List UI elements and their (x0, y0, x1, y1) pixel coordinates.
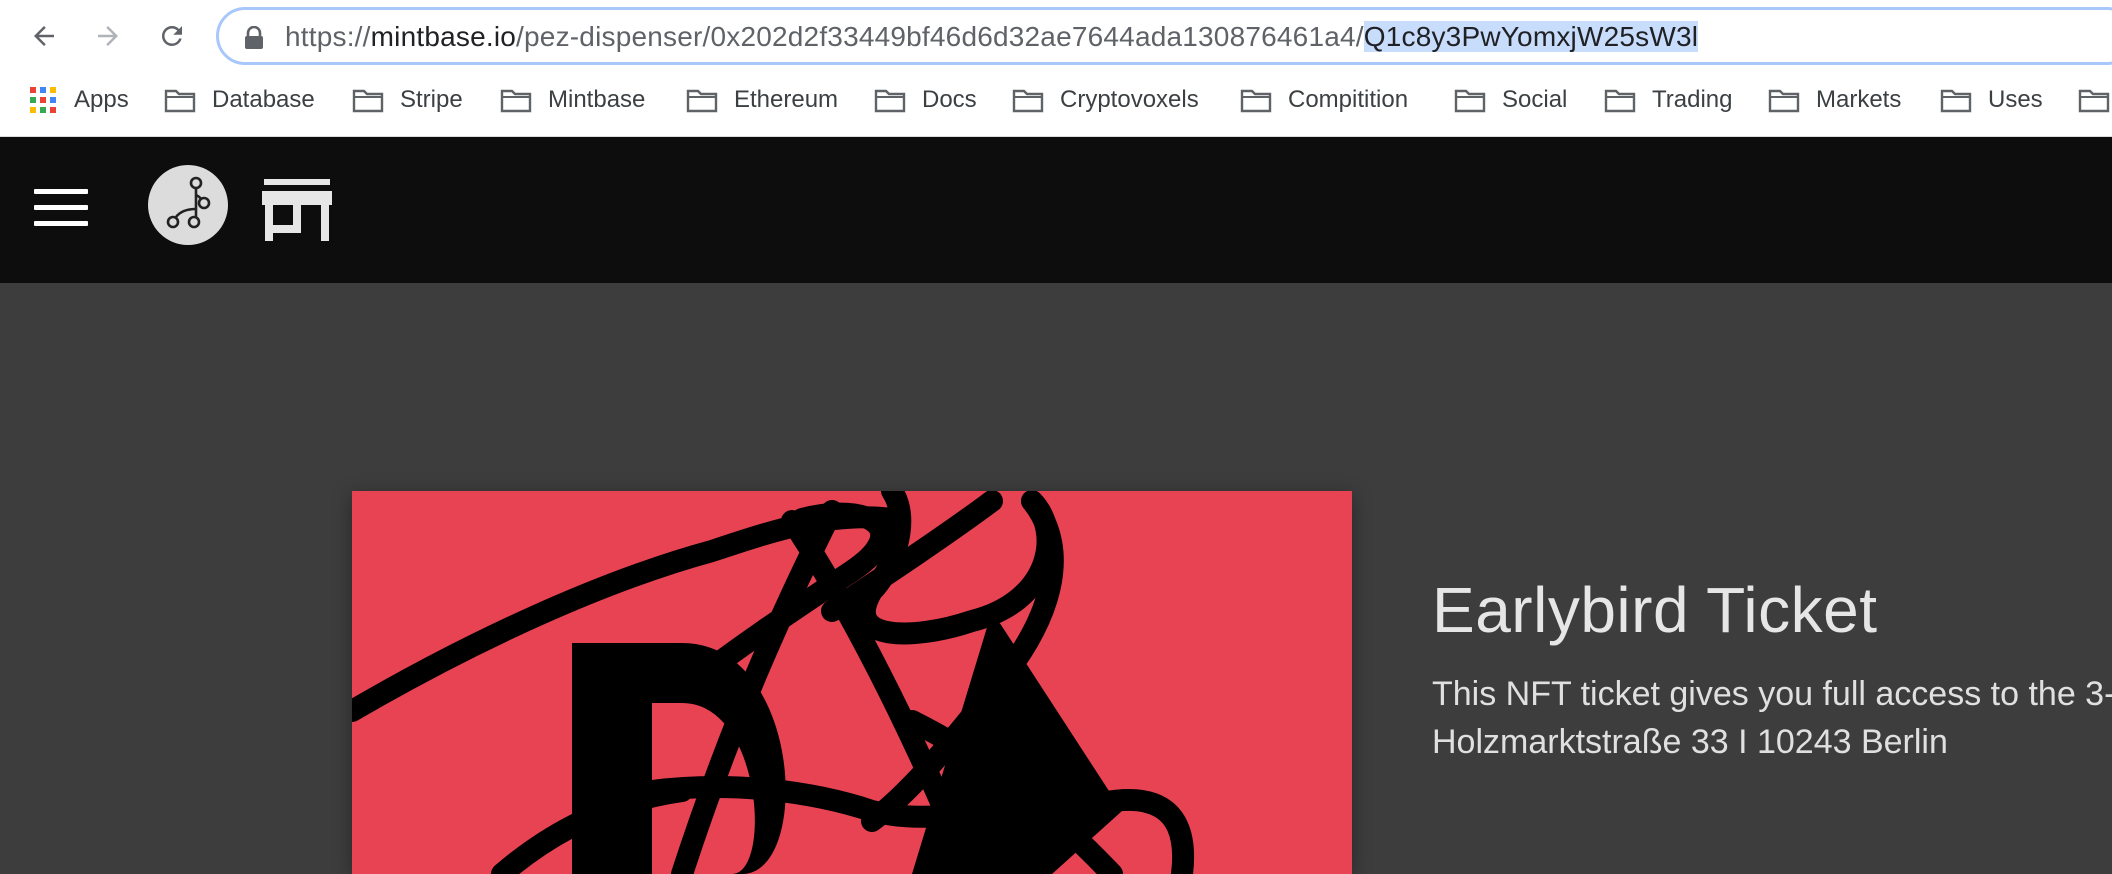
url-selected-segment: Q1c8y3PwYomxjW25sW3l (1363, 21, 1699, 52)
folder-icon (2078, 89, 2110, 113)
bookmark-cryptovoxels[interactable]: Cryptovoxels (1012, 78, 1199, 122)
ticket-title: Earlybird Ticket (1432, 574, 1878, 646)
url-path: /pez-dispenser/0x202d2f33449bf46d6d32ae7… (516, 21, 1364, 52)
mintbase-logo-icon[interactable] (148, 165, 228, 245)
ticket-description-line-2: Holzmarktstraße 33 I 10243 Berlin (1432, 723, 1948, 761)
folder-icon (1454, 89, 1486, 113)
ticket-artwork-image[interactable] (352, 491, 1352, 874)
bookmark-label: Social (1502, 86, 1568, 113)
arrow-left-icon (34, 26, 54, 46)
folder-icon (1768, 89, 1800, 113)
bookmark-trading[interactable]: Trading (1604, 78, 1732, 122)
folder-icon (874, 89, 906, 113)
bookmark-label: Apps (74, 86, 129, 113)
bookmark-label: Cryptovoxels (1060, 86, 1199, 113)
bookmark-stripe[interactable]: Stripe (352, 78, 463, 122)
bookmark-overflow-folder[interactable] (2078, 78, 2112, 122)
reload-button[interactable] (150, 14, 194, 58)
ticket-description-line-1: This NFT ticket gives you full access to… (1432, 675, 2112, 713)
bookmark-label: Database (212, 86, 315, 113)
folder-icon (686, 89, 718, 113)
folder-icon (1604, 89, 1636, 113)
folder-icon (1012, 89, 1044, 113)
bookmark-apps[interactable]: Apps (30, 78, 129, 122)
address-bar[interactable]: https://mintbase.io/pez-dispenser/0x202d… (216, 7, 2112, 65)
url-scheme: https:// (285, 21, 371, 52)
reload-icon (161, 25, 182, 46)
folder-icon (1240, 89, 1272, 113)
site-header (0, 137, 2112, 283)
folder-icon (164, 89, 196, 113)
bookmark-docs[interactable]: Docs (874, 78, 977, 122)
browser-chrome: https://mintbase.io/pez-dispenser/0x202d… (0, 0, 2112, 137)
url-text[interactable]: https://mintbase.io/pez-dispenser/0x202d… (285, 20, 1699, 54)
folder-icon (1940, 89, 1972, 113)
bookmark-label: Trading (1652, 86, 1733, 113)
folder-icon (500, 89, 532, 113)
bookmark-label: Mintbase (548, 86, 646, 113)
bookmark-label: Docs (922, 86, 977, 113)
lock-icon (245, 26, 263, 49)
bookmark-mintbase[interactable]: Mintbase (500, 78, 645, 122)
store-icon[interactable] (262, 179, 332, 241)
bookmark-database[interactable]: Database (164, 78, 315, 122)
ticket-description: This NFT ticket gives you full access to… (1432, 670, 2112, 766)
bookmark-label: Markets (1816, 86, 1902, 113)
bookmark-ethereum[interactable]: Ethereum (686, 78, 838, 122)
url-host: mintbase.io (370, 21, 517, 52)
bookmark-social[interactable]: Social (1454, 78, 1567, 122)
bookmark-compitition[interactable]: Compitition (1240, 78, 1408, 122)
forward-button[interactable] (86, 14, 130, 58)
ticket-artwork (352, 491, 1352, 874)
arrow-right-icon (98, 26, 118, 46)
apps-grid-icon (30, 87, 56, 113)
folder-icon (352, 89, 384, 113)
bookmarks-bar: Apps Database Stripe Mintbase Ethereum D… (0, 78, 2112, 122)
bookmark-label: Uses (1988, 86, 2043, 113)
menu-icon[interactable] (34, 189, 88, 227)
back-button[interactable] (22, 14, 66, 58)
bookmark-uses[interactable]: Uses (1940, 78, 2043, 122)
bookmark-label: Compitition (1288, 86, 1409, 113)
bookmark-label: Ethereum (734, 86, 839, 113)
bookmark-label: Stripe (400, 86, 463, 113)
bookmark-markets[interactable]: Markets (1768, 78, 1901, 122)
